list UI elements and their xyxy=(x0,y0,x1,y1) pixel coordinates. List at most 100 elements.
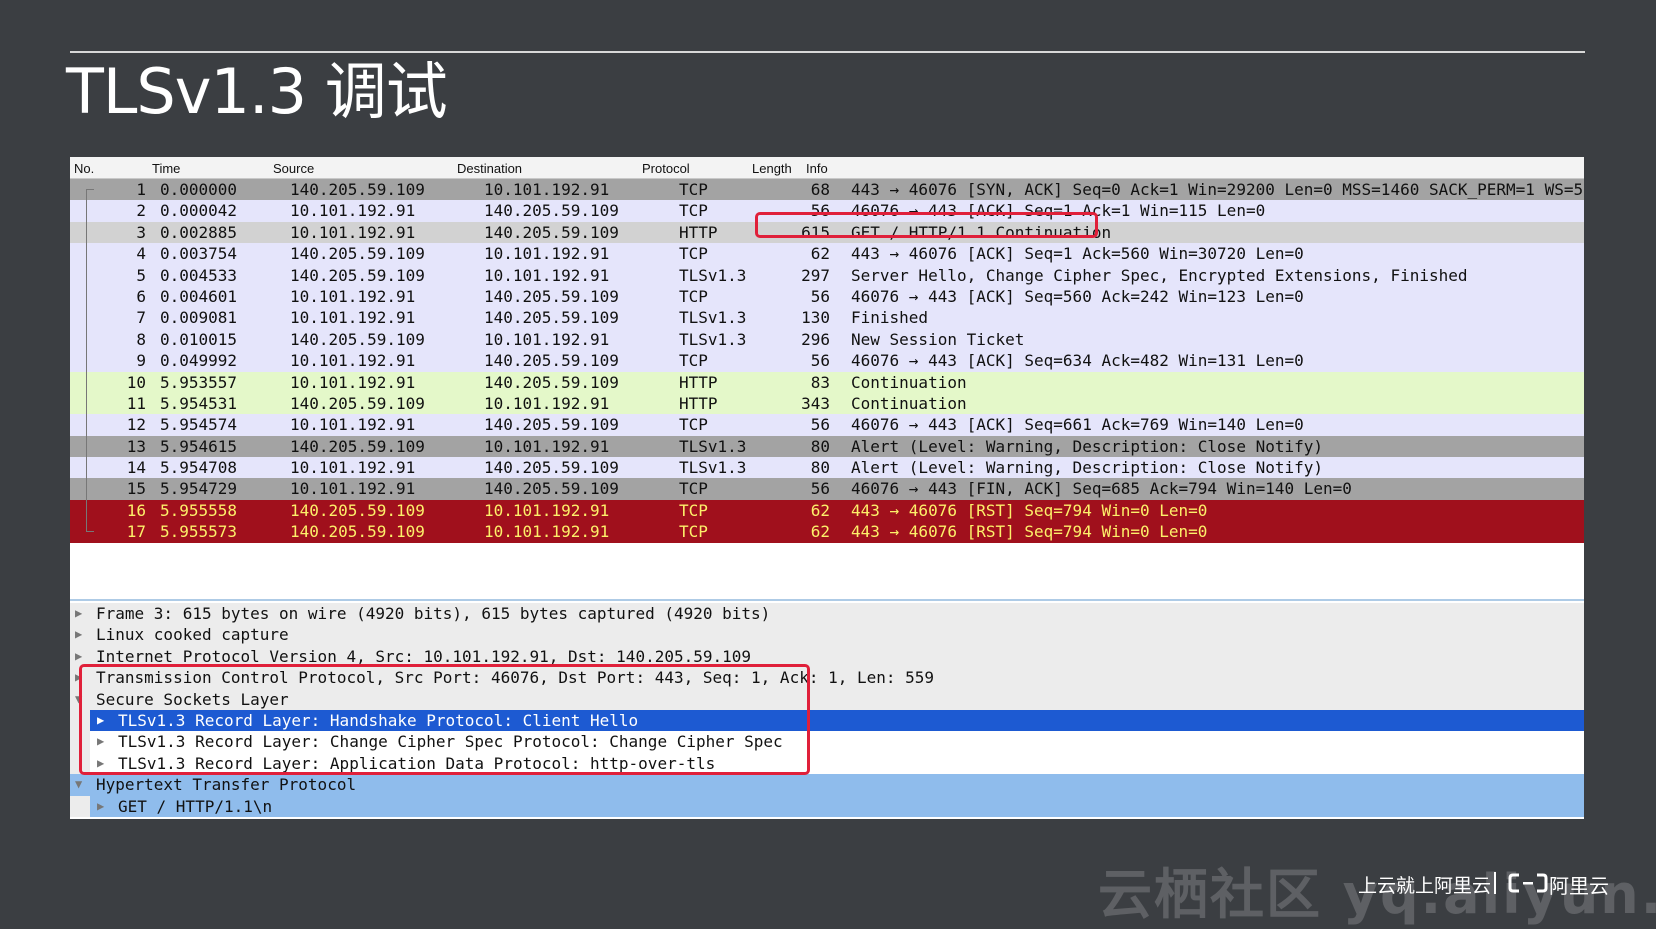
packet-row[interactable]: 16 5.955558 140.205.59.109 10.101.192.91 TCP… xyxy=(70,499,1584,522)
packet-protocol: HTTP xyxy=(679,222,718,242)
packet-length: 343 xyxy=(801,393,830,413)
triangle-down-icon[interactable]: ▼ xyxy=(75,774,82,795)
triangle-right-icon[interactable]: ▶ xyxy=(75,603,82,624)
packet-info: 46076 → 443 [ACK] Seq=634 Ack=482 Win=13… xyxy=(851,351,1304,371)
packet-info: 443 → 46076 [SYN, ACK] Seq=0 Ack=1 Win=2… xyxy=(851,180,1584,199)
packet-time: 5.954574 xyxy=(160,415,238,435)
packet-protocol: TCP xyxy=(679,522,708,542)
packet-destination: 140.205.59.109 xyxy=(484,222,619,242)
column-info[interactable]: Info xyxy=(806,161,828,176)
packet-time: 0.002885 xyxy=(160,222,238,242)
packet-destination: 10.101.192.91 xyxy=(484,244,610,264)
packet-time: 0.004601 xyxy=(160,286,238,306)
packet-info: Continuation xyxy=(851,393,967,413)
packet-row[interactable]: 11 5.954531 140.205.59.109 10.101.192.91 HTT… xyxy=(70,392,1584,415)
packet-length: 62 xyxy=(810,500,830,520)
column-no[interactable]: No. xyxy=(74,161,94,176)
packet-destination: 140.205.59.109 xyxy=(484,415,619,435)
packet-length: 80 xyxy=(810,436,830,456)
highlight-box-info xyxy=(755,212,1098,238)
packet-length: 130 xyxy=(801,308,830,328)
packet-no: 8 xyxy=(136,329,146,349)
packet-destination: 140.205.59.109 xyxy=(484,458,619,478)
packet-protocol: TLSv1.3 xyxy=(679,308,747,328)
packet-source: 140.205.59.109 xyxy=(290,244,425,264)
packet-time: 5.954729 xyxy=(160,479,238,499)
packet-destination: 140.205.59.109 xyxy=(484,201,619,221)
packet-time: 5.955558 xyxy=(160,500,238,520)
packet-source: 140.205.59.109 xyxy=(290,393,425,413)
packet-row[interactable]: 13 5.954615 140.205.59.109 10.101.192.91 TLS… xyxy=(70,435,1584,458)
packet-time: 5.954615 xyxy=(160,436,238,456)
packet-source: 10.101.192.91 xyxy=(290,479,416,499)
packet-row[interactable]: 1 0.000000 140.205.59.109 10.101.192.91 TCP 6… xyxy=(70,179,1584,201)
packet-info: 46076 → 443 [ACK] Seq=560 Ack=242 Win=12… xyxy=(851,286,1304,306)
packet-destination: 10.101.192.91 xyxy=(484,522,610,542)
slide-title: TLSv1.3 调试 xyxy=(66,55,448,128)
packet-info: 443 → 46076 [ACK] Seq=1 Ack=560 Win=3072… xyxy=(851,244,1304,264)
packet-protocol: TCP xyxy=(679,500,708,520)
column-time[interactable]: Time xyxy=(152,161,180,176)
packet-no: 17 xyxy=(126,522,146,542)
packet-list-empty-area xyxy=(70,543,1584,599)
packet-row[interactable]: 9 0.049992 10.101.192.91 140.205.59.109 TCP 5… xyxy=(70,350,1584,372)
packet-list-header: No. Time Source Destination Protocol Len… xyxy=(70,157,1584,179)
packet-time: 5.954708 xyxy=(160,458,238,478)
packet-info: Continuation xyxy=(851,372,967,392)
packet-info: 443 → 46076 [RST] Seq=794 Win=0 Len=0 xyxy=(851,522,1208,542)
brand-name: 阿里云 xyxy=(1549,874,1609,898)
packet-row[interactable]: 17 5.955573 140.205.59.109 10.101.192.91 TCP… xyxy=(70,521,1584,543)
packet-time: 0.049992 xyxy=(160,351,238,371)
packet-row[interactable]: 12 5.954574 10.101.192.91 140.205.59.109 TCP… xyxy=(70,414,1584,436)
packet-row[interactable]: 4 0.003754 140.205.59.109 10.101.192.91 TCP 6… xyxy=(70,243,1584,265)
packet-time: 0.000042 xyxy=(160,201,238,221)
packet-destination: 10.101.192.91 xyxy=(484,329,610,349)
triangle-right-icon[interactable]: ▶ xyxy=(75,624,82,645)
packet-info: Finished xyxy=(851,308,929,328)
packet-source: 10.101.192.91 xyxy=(290,458,416,478)
detail-row[interactable]: ▶ Linux cooked capture xyxy=(70,624,1584,646)
packet-time: 5.954531 xyxy=(160,393,238,413)
column-source[interactable]: Source xyxy=(273,161,314,176)
detail-row[interactable]: ▶ GET / HTTP/1.1\n xyxy=(70,795,1584,817)
detail-row[interactable]: ▼ Hypertext Transfer Protocol xyxy=(70,774,1584,796)
aliyun-logo-icon xyxy=(1508,873,1548,893)
column-protocol[interactable]: Protocol xyxy=(642,161,690,176)
packet-no: 1 xyxy=(136,180,146,199)
packet-protocol: HTTP xyxy=(679,372,718,392)
packet-length: 62 xyxy=(810,522,830,542)
detail-text: Hypertext Transfer Protocol xyxy=(96,775,357,795)
column-length[interactable]: Length xyxy=(752,161,792,176)
detail-row[interactable]: ▶ Frame 3: 615 bytes on wire (4920 bits),… xyxy=(70,603,1584,625)
packet-info: New Session Ticket xyxy=(851,329,1025,349)
packet-no: 2 xyxy=(136,201,146,221)
packet-row[interactable]: 10 5.953557 10.101.192.91 140.205.59.109 HTT… xyxy=(70,371,1584,393)
packet-protocol: TCP xyxy=(679,201,708,221)
packet-info: Server Hello, Change Cipher Spec, Encryp… xyxy=(851,265,1468,285)
packet-row[interactable]: 8 0.010015 140.205.59.109 10.101.192.91 TLSv… xyxy=(70,328,1584,351)
packet-length: 296 xyxy=(801,329,830,349)
packet-destination: 140.205.59.109 xyxy=(484,372,619,392)
packet-row[interactable]: 5 0.004533 140.205.59.109 10.101.192.91 TLSv… xyxy=(70,264,1584,286)
pane-divider[interactable] xyxy=(70,599,1584,601)
packet-time: 5.955573 xyxy=(160,522,238,542)
packet-protocol: TCP xyxy=(679,479,708,499)
packet-no: 15 xyxy=(126,479,146,499)
packet-protocol: TCP xyxy=(679,180,708,199)
packet-source: 10.101.192.91 xyxy=(290,372,416,392)
packet-time: 0.000000 xyxy=(160,180,238,199)
triangle-right-icon[interactable]: ▶ xyxy=(97,796,104,817)
packet-destination: 10.101.192.91 xyxy=(484,436,610,456)
column-destination[interactable]: Destination xyxy=(457,161,522,176)
packet-row[interactable]: 15 5.954729 10.101.192.91 140.205.59.109 TCP… xyxy=(70,478,1584,500)
packet-row[interactable]: 7 0.009081 10.101.192.91 140.205.59.109 TLSv… xyxy=(70,307,1584,329)
packet-source: 140.205.59.109 xyxy=(290,500,425,520)
packet-row[interactable]: 14 5.954708 10.101.192.91 140.205.59.109 TLS… xyxy=(70,457,1584,479)
packet-source: 10.101.192.91 xyxy=(290,286,416,306)
packet-protocol: TCP xyxy=(679,351,708,371)
packet-no: 11 xyxy=(126,393,146,413)
packet-row[interactable]: 6 0.004601 10.101.192.91 140.205.59.109 TCP 5… xyxy=(70,285,1584,308)
detail-text: Linux cooked capture xyxy=(96,625,289,645)
highlight-box-details xyxy=(79,664,810,775)
packet-info: 443 → 46076 [RST] Seq=794 Win=0 Len=0 xyxy=(851,500,1208,520)
